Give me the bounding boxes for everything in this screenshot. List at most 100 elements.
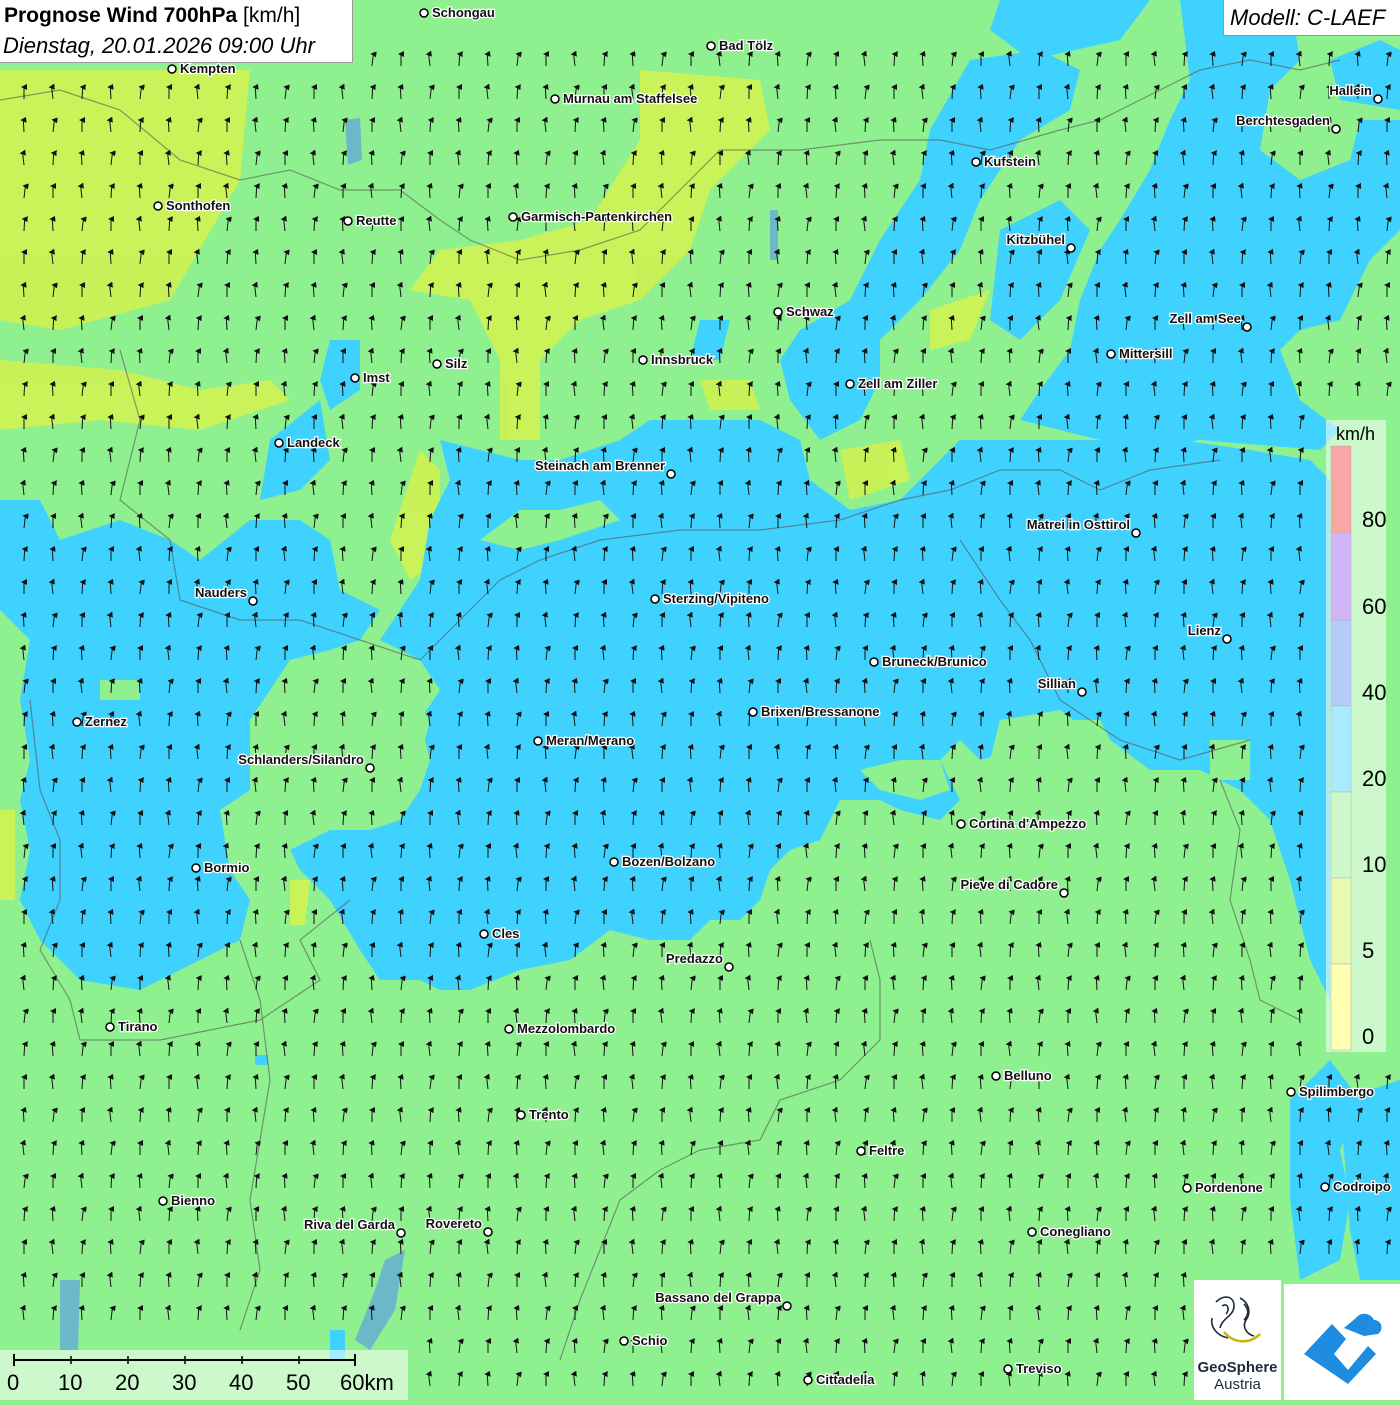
- place-dot: [248, 596, 258, 606]
- wind-arrow: [1007, 1272, 1014, 1288]
- place-dot: [666, 469, 676, 479]
- wind-arrow: [1181, 381, 1188, 397]
- place-dot: [550, 94, 560, 104]
- wind-arrow: [1035, 611, 1042, 628]
- wind-arrow: [1209, 875, 1216, 892]
- wind-arrow: [223, 479, 230, 496]
- wind-arrow: [600, 116, 607, 133]
- wind-arrow: [572, 612, 579, 628]
- wind-arrow: [78, 149, 85, 166]
- wind-arrow: [1006, 512, 1013, 529]
- wind-arrow: [658, 1304, 665, 1321]
- wind-arrow: [600, 941, 607, 958]
- wind-arrow: [1006, 1172, 1013, 1189]
- wind-arrow: [485, 1140, 492, 1156]
- wind-arrow: [1296, 347, 1303, 364]
- place-marker: Conegliano: [1027, 1223, 1112, 1240]
- wind-arrow: [368, 149, 375, 166]
- wind-arrow: [281, 1007, 288, 1024]
- wind-arrow: [1094, 744, 1101, 760]
- wind-arrow: [194, 1040, 201, 1057]
- wind-arrow: [369, 249, 376, 265]
- legend-label-5: 5: [1362, 938, 1375, 963]
- wind-arrow: [21, 711, 28, 727]
- legend: km/h 80 60 40 20 10 5 0: [1326, 420, 1386, 1052]
- wind-arrow: [1093, 314, 1100, 331]
- wind-arrow: [1093, 644, 1100, 661]
- wind-arrow: [1006, 1337, 1013, 1354]
- place-label: Cittadella: [816, 1372, 875, 1387]
- wind-arrow: [891, 1371, 898, 1387]
- wind-arrow: [977, 578, 984, 595]
- wind-arrow: [571, 347, 578, 364]
- wind-arrow: [136, 842, 143, 859]
- wind-arrow: [1123, 843, 1130, 859]
- wind-arrow: [426, 677, 433, 694]
- wind-arrow: [630, 150, 637, 166]
- wind-arrow: [832, 908, 839, 925]
- wind-arrow: [542, 83, 549, 100]
- wind-arrow: [1152, 117, 1159, 133]
- wind-arrow: [571, 512, 578, 529]
- place-label: Sillian: [1038, 676, 1076, 691]
- wind-arrow: [1209, 50, 1216, 67]
- wind-arrow: [282, 1107, 289, 1123]
- wind-arrow: [484, 545, 491, 562]
- wind-arrow: [890, 281, 897, 298]
- wind-arrow: [194, 545, 201, 562]
- wind-arrow: [50, 150, 57, 166]
- wind-arrow: [1064, 545, 1071, 562]
- place-dot: [724, 962, 734, 972]
- wind-arrow: [50, 810, 57, 826]
- wind-arrow: [659, 1239, 666, 1255]
- wind-arrow: [688, 678, 695, 694]
- place-marker: Garmisch-Partenkirchen: [508, 208, 673, 225]
- wind-arrow: [311, 381, 318, 397]
- place-label: Brixen/Bressanone: [761, 704, 880, 719]
- wind-arrow: [1007, 942, 1014, 958]
- wind-arrow: [1210, 1140, 1217, 1156]
- wind-arrow: [107, 743, 114, 760]
- wind-arrow: [949, 249, 956, 265]
- wind-arrow: [310, 611, 317, 628]
- wind-arrow: [601, 381, 608, 397]
- legend-label-40: 40: [1362, 680, 1387, 705]
- wind-arrow: [78, 479, 85, 496]
- wind-arrow: [1151, 182, 1158, 199]
- wind-arrow: [948, 314, 955, 331]
- wind-arrow: [775, 975, 782, 991]
- wind-arrow: [745, 941, 752, 958]
- wind-arrow: [397, 1238, 404, 1255]
- wind-arrow: [223, 149, 230, 166]
- place-label: Steinach am Brenner: [535, 458, 665, 473]
- wind-arrow: [1151, 1172, 1158, 1189]
- geosphere-logo[interactable]: GeoSphere Austria: [1194, 1280, 1281, 1400]
- wind-arrow: [948, 1139, 955, 1156]
- wind-arrow: [629, 50, 636, 67]
- place-label: Riva del Garda: [304, 1217, 396, 1232]
- wind-arrow: [949, 1074, 956, 1090]
- wind-arrow: [195, 975, 202, 991]
- wind-arrow: [455, 776, 462, 793]
- wind-arrow: [1035, 941, 1042, 958]
- place-dot: [1373, 94, 1383, 104]
- wind-arrow: [1065, 1305, 1072, 1321]
- wind-arrow: [1006, 677, 1013, 694]
- wind-arrow: [253, 843, 260, 859]
- app-logo[interactable]: [1284, 1284, 1400, 1400]
- scale-label-40: 40: [229, 1370, 254, 1395]
- wind-arrow: [949, 909, 956, 925]
- wind-arrow: [107, 83, 114, 100]
- wind-arrow: [1006, 842, 1013, 859]
- wind-arrow: [252, 248, 259, 265]
- wind-arrow: [1210, 810, 1217, 826]
- place-dot: [956, 819, 966, 829]
- wind-arrow: [629, 1040, 636, 1057]
- wind-arrow: [861, 677, 868, 694]
- wind-arrow: [108, 1008, 115, 1024]
- wind-arrow: [890, 941, 897, 958]
- wind-arrow: [716, 842, 723, 859]
- wind-arrow: [456, 711, 463, 727]
- wind-arrow: [833, 348, 840, 364]
- wind-arrow: [1123, 1008, 1130, 1024]
